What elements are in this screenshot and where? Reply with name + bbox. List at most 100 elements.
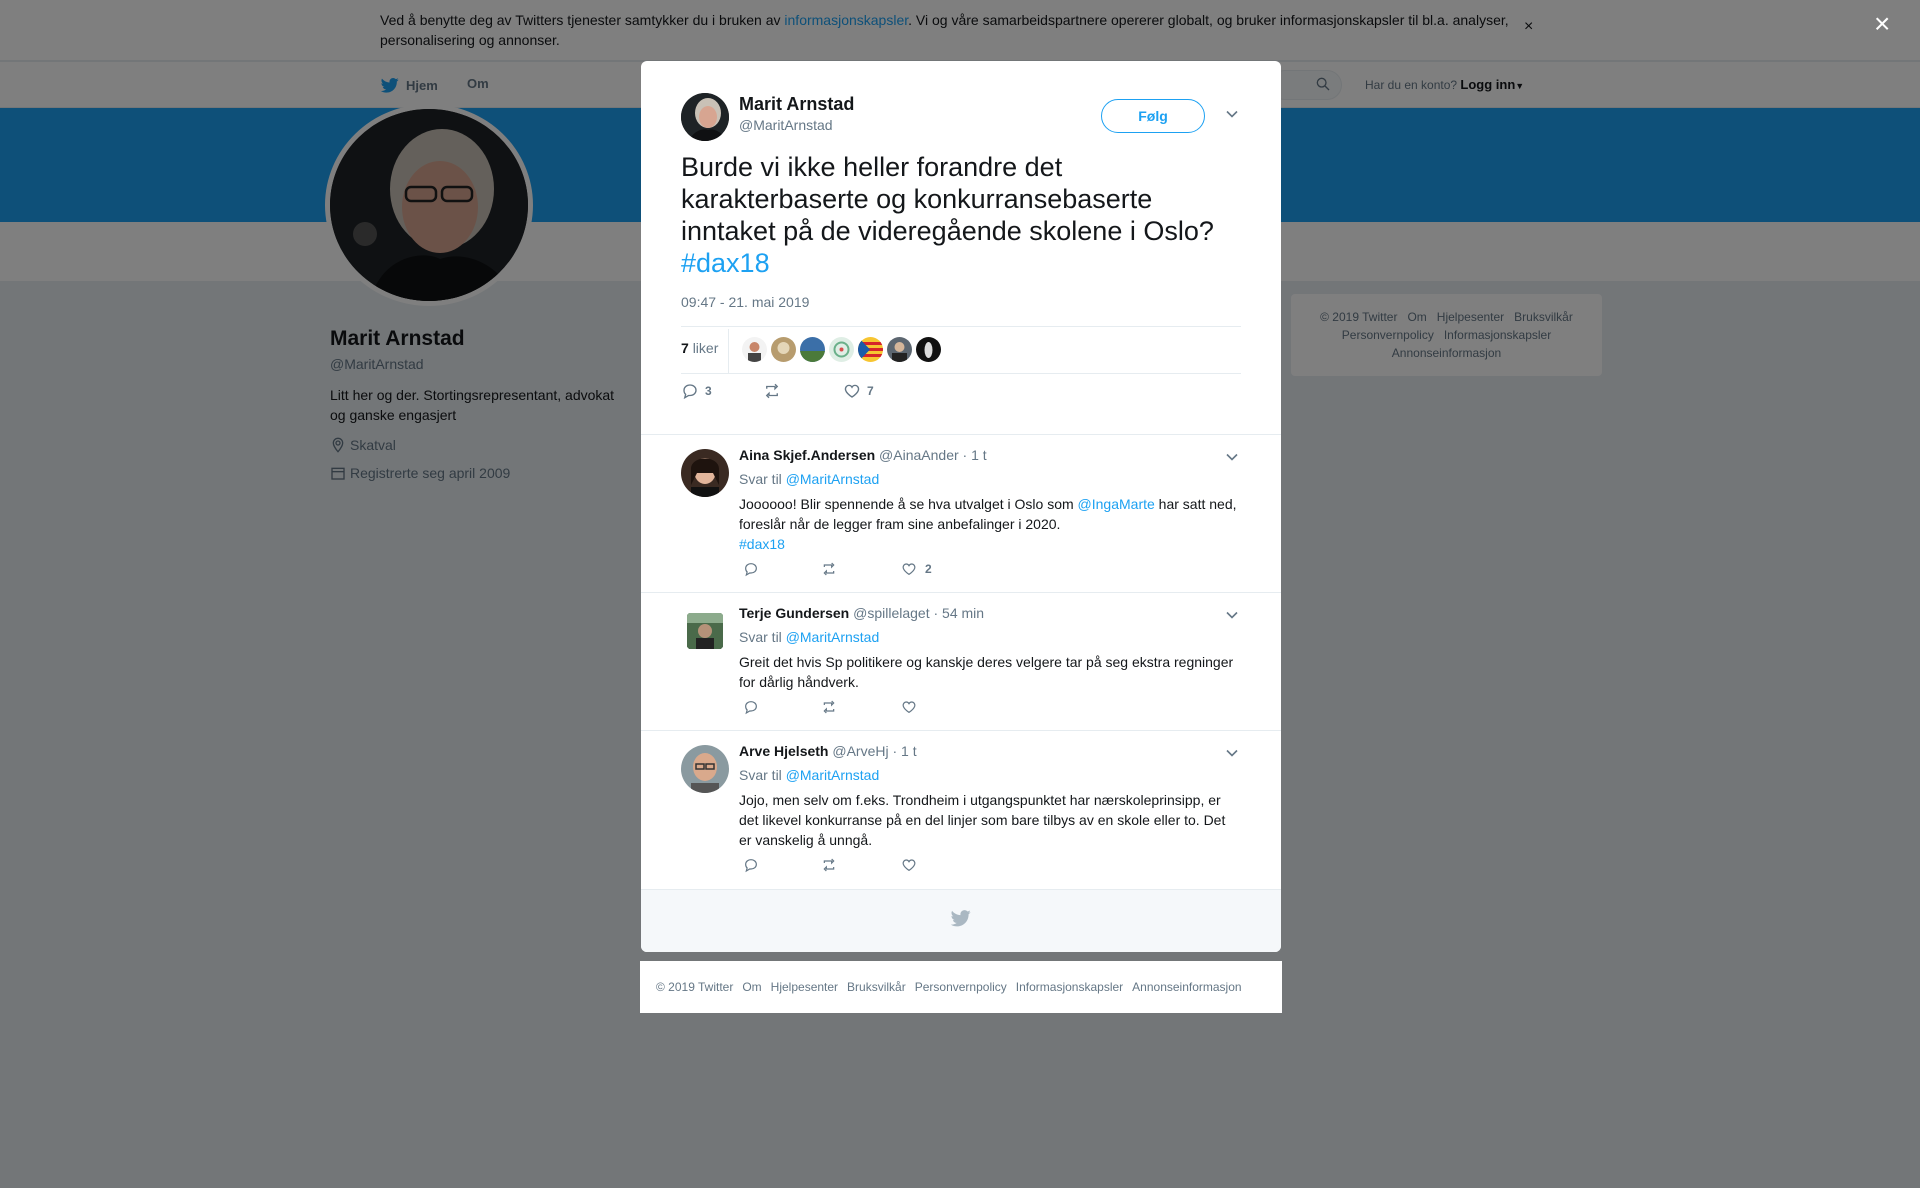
footer-item[interactable]: Hjelpesenter — [771, 980, 838, 994]
tweet-author-name[interactable]: Marit Arnstad — [739, 94, 854, 115]
footer-item[interactable]: Annonseinformasjon — [1132, 980, 1241, 994]
reply-author-name[interactable]: Terje Gundersen — [739, 605, 849, 621]
liker-avatar[interactable] — [771, 337, 796, 362]
liker-avatar[interactable] — [887, 337, 912, 362]
reply-author-handle[interactable]: @AinaAnder — [879, 447, 959, 463]
chevron-down-icon[interactable] — [1225, 746, 1239, 760]
reply-to-label: Svar til — [739, 629, 782, 645]
tweet-hashtag[interactable]: #dax18 — [681, 247, 1241, 279]
liker-avatar[interactable] — [800, 337, 825, 362]
twitter-bird-icon — [951, 910, 971, 927]
footer-item[interactable]: Personvernpolicy — [915, 980, 1007, 994]
chevron-down-icon[interactable] — [1225, 107, 1239, 121]
page-footer: © 2019 Twitter Om Hjelpesenter Bruksvilkår P… — [640, 961, 1282, 1013]
retweet-icon — [823, 700, 835, 714]
tweet-modal: Marit Arnstad @MaritArnstad Følg Burde v… — [641, 61, 1281, 952]
reply-button[interactable] — [743, 561, 767, 577]
reply-button[interactable] — [743, 699, 767, 715]
reply-mention[interactable]: @IngaMarte — [1078, 496, 1155, 512]
reply-to-mention[interactable]: @MaritArnstad — [786, 767, 880, 783]
footer-item[interactable]: Informasjonskapsler — [1016, 980, 1123, 994]
like-icon — [902, 701, 916, 714]
reply-to-label: Svar til — [739, 767, 782, 783]
reply-icon — [745, 701, 757, 715]
close-icon[interactable]: × — [1874, 10, 1890, 38]
reply-button[interactable] — [743, 857, 767, 873]
tweet-timestamp[interactable]: 09:47 - 21. mai 2019 — [681, 294, 809, 310]
tweet-avatar[interactable] — [681, 93, 729, 141]
like-icon — [902, 859, 916, 872]
reply-count: 3 — [705, 384, 712, 398]
likes-count-number: 7 — [681, 340, 689, 356]
retweet-button[interactable] — [763, 382, 787, 400]
reply-to-mention[interactable]: @MaritArnstad — [786, 629, 880, 645]
reply-button[interactable]: 3 — [681, 382, 712, 400]
like-button[interactable] — [901, 857, 925, 873]
like-icon — [902, 563, 916, 576]
reply-time[interactable]: · 1 t — [892, 743, 916, 759]
reply-to: Svar til @MaritArnstad — [739, 629, 879, 645]
reply-to-mention[interactable]: @MaritArnstad — [786, 471, 880, 487]
reply-icon — [683, 384, 697, 400]
reply-author-name[interactable]: Aina Skjef.Andersen — [739, 447, 875, 463]
like-count: 7 — [867, 384, 874, 398]
chevron-down-icon[interactable] — [1225, 608, 1239, 622]
reply-actions — [739, 857, 1139, 877]
tweet-body: Burde vi ikke heller forandre det karakt… — [681, 152, 1214, 246]
reply-text-part: Joooooo! Blir spennende å se hva utvalge… — [739, 496, 1078, 512]
reply-avatar[interactable] — [681, 449, 729, 497]
liker-avatar[interactable] — [829, 337, 854, 362]
reply-header: Terje Gundersen @spillelaget · 54 min — [739, 605, 984, 621]
retweet-button[interactable] — [821, 699, 845, 715]
footer-item[interactable]: Om — [742, 980, 761, 994]
reply-time[interactable]: · 54 min — [933, 605, 984, 621]
reply-header: Aina Skjef.Andersen @AinaAnder · 1 t — [739, 447, 987, 463]
tweet-text: Burde vi ikke heller forandre det karakt… — [681, 151, 1241, 279]
reply-to: Svar til @MaritArnstad — [739, 767, 879, 783]
reply-tweet[interactable]: Aina Skjef.Andersen @AinaAnder · 1 t Sva… — [641, 434, 1281, 592]
reply-avatar[interactable] — [681, 607, 729, 655]
reply-avatar[interactable] — [681, 745, 729, 793]
retweet-icon — [823, 858, 835, 872]
tweet-header: Marit Arnstad @MaritArnstad Følg — [681, 93, 1241, 143]
like-button[interactable]: 7 — [843, 382, 874, 400]
reply-icon — [745, 859, 757, 873]
retweet-icon — [765, 383, 779, 399]
likes-count-label: liker — [692, 340, 719, 356]
retweet-icon — [823, 562, 835, 576]
reply-tweet[interactable]: Terje Gundersen @spillelaget · 54 min Sv… — [641, 592, 1281, 730]
chevron-down-icon[interactable] — [1225, 450, 1239, 464]
liker-avatar[interactable] — [916, 337, 941, 362]
reply-tweet[interactable]: Arve Hjelseth @ArveHj · 1 t Svar til @Ma… — [641, 730, 1281, 888]
reply-header: Arve Hjelseth @ArveHj · 1 t — [739, 743, 917, 759]
reply-author-handle[interactable]: @ArveHj — [832, 743, 888, 759]
follow-button[interactable]: Følg — [1101, 99, 1205, 133]
reply-time[interactable]: · 1 t — [963, 447, 987, 463]
likes-divider — [728, 329, 729, 373]
reply-author-name[interactable]: Arve Hjelseth — [739, 743, 828, 759]
reply-icon — [745, 563, 757, 577]
likes-count[interactable]: 7 liker — [681, 340, 718, 356]
reply-actions: 2 — [739, 561, 1139, 581]
likes-row: 7 liker — [681, 326, 1241, 374]
reply-to: Svar til @MaritArnstad — [739, 471, 879, 487]
tweet-author-handle[interactable]: @MaritArnstad — [739, 117, 833, 133]
tweet-actions: 3 7 — [681, 382, 1081, 406]
reply-text: Joooooo! Blir spennende å se hva utvalge… — [739, 494, 1239, 554]
reply-actions — [739, 699, 1139, 719]
liker-avatar[interactable] — [858, 337, 883, 362]
like-button[interactable]: 2 — [901, 561, 932, 577]
retweet-button[interactable] — [821, 857, 845, 873]
like-icon — [844, 384, 860, 398]
like-button[interactable] — [901, 699, 925, 715]
reply-author-handle[interactable]: @spillelaget — [853, 605, 929, 621]
footer-item[interactable]: Bruksvilkår — [847, 980, 906, 994]
reply-to-label: Svar til — [739, 471, 782, 487]
reply-hashtag[interactable]: #dax18 — [739, 536, 785, 552]
modal-footer — [641, 889, 1281, 952]
retweet-button[interactable] — [821, 561, 845, 577]
liker-avatar[interactable] — [742, 337, 767, 362]
reply-text: Jojo, men selv om f.eks. Trondheim i utg… — [739, 792, 1226, 848]
like-count: 2 — [925, 562, 932, 576]
reply-text: Greit det hvis Sp politikere og kanskje … — [739, 654, 1234, 690]
